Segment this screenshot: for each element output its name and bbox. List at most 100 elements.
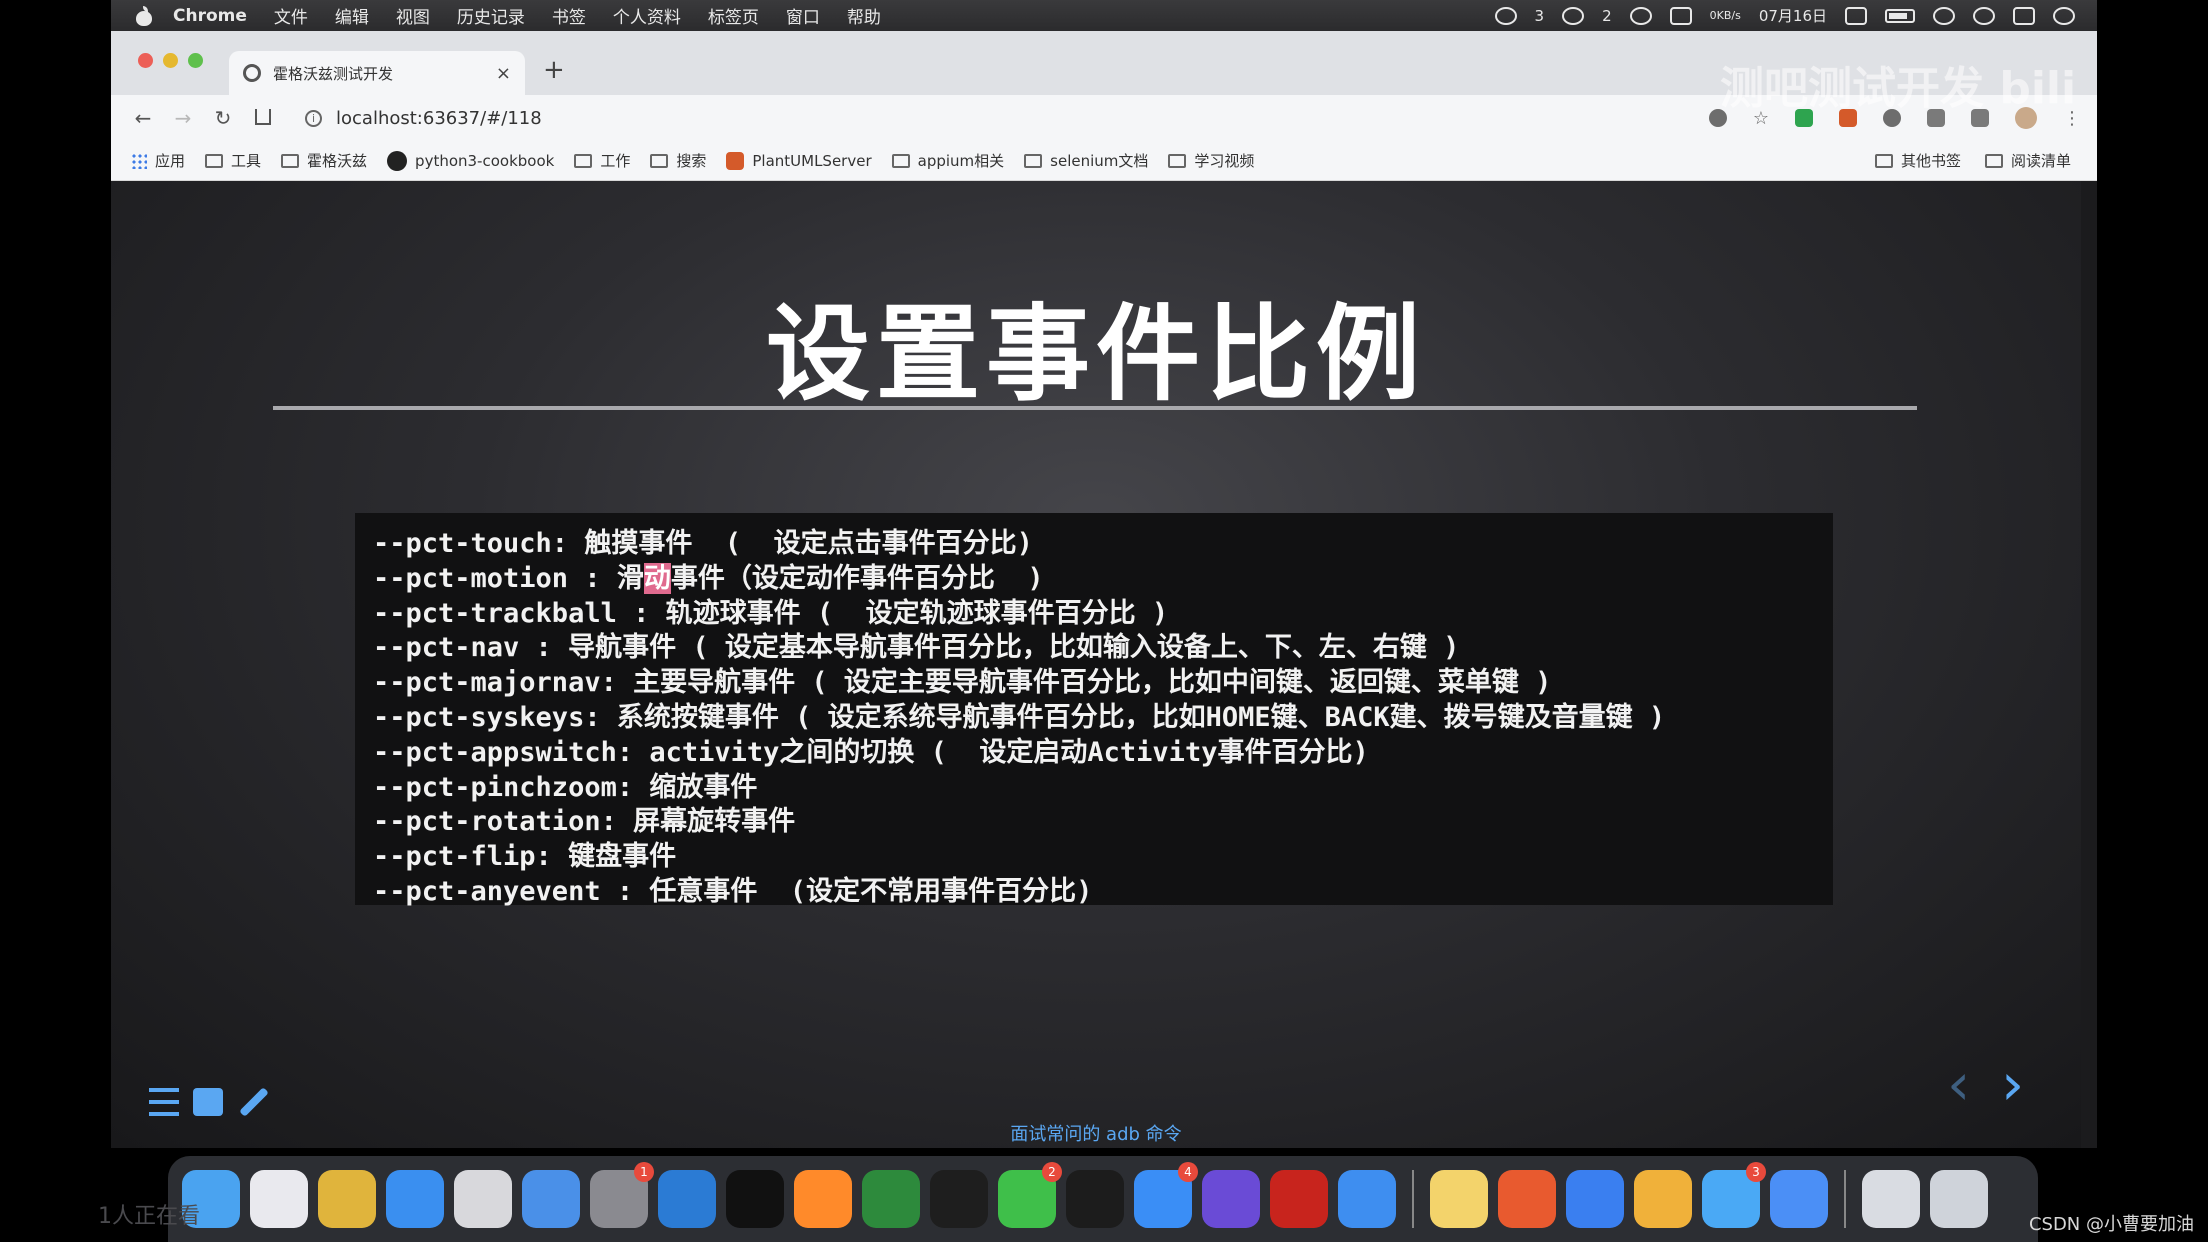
bookmark-tools[interactable]: 工具 (205, 150, 261, 171)
menu-file[interactable]: 文件 (274, 3, 308, 28)
bookmarks-right: 其他书签 阅读清单 (1874, 150, 2097, 171)
pencil-app-icon[interactable] (1338, 1170, 1396, 1228)
tab-close-icon[interactable]: × (496, 63, 511, 84)
bookmark-other[interactable]: 其他书签 (1874, 150, 1961, 171)
bilibili-logo: bili (1999, 63, 2077, 114)
bookmark-work[interactable]: 工作 (574, 150, 630, 171)
address-bar[interactable]: i localhost:63637/#/118 (305, 108, 542, 129)
pycharm-icon[interactable] (726, 1170, 784, 1228)
bookmark-search[interactable]: 搜索 (650, 150, 706, 171)
zoom-window-button[interactable] (188, 53, 203, 68)
bookmark-apps[interactable]: 应用 (131, 150, 185, 171)
bookmark-label: PlantUMLServer (752, 151, 872, 170)
code-text: --pct-motion : 滑 (373, 562, 644, 594)
code-line: --pct-flip: 键盘事件 (373, 840, 1833, 875)
code-text: 事件（设定动作事件百分比 ) (670, 562, 1044, 594)
terminal-icon[interactable] (930, 1170, 988, 1228)
menu-window[interactable]: 窗口 (786, 3, 820, 28)
wechat-status-icon[interactable] (1562, 6, 1585, 25)
code-line: --pct-appswitch: activity之间的切换 ( 设定启动Act… (373, 736, 1833, 771)
menu-view[interactable]: 视图 (396, 3, 430, 28)
sublime-icon[interactable] (794, 1170, 852, 1228)
watermark-text: 测吧测试开发 (1720, 63, 1984, 114)
battery-icon[interactable] (1885, 8, 1915, 23)
folder-icon (891, 153, 910, 168)
screen-icon[interactable] (1862, 1170, 1920, 1228)
menu-icon[interactable] (149, 1088, 179, 1116)
bookmark-hogwarts[interactable]: 霍格沃兹 (281, 150, 367, 171)
reading-list[interactable]: 阅读清单 (1984, 150, 2071, 171)
prev-slide-button[interactable]: ‹ (1947, 1050, 1970, 1118)
code-line: --pct-touch: 触摸事件 ( 设定点击事件百分比) (373, 527, 1833, 562)
vscode-icon[interactable] (658, 1170, 716, 1228)
wechat-icon[interactable]: 2 (998, 1162, 1062, 1228)
app-store-icon[interactable]: 4 (1134, 1162, 1198, 1228)
evernote-icon[interactable] (862, 1170, 920, 1228)
url-text[interactable]: localhost:63637/#/118 (336, 108, 542, 129)
pen-icon[interactable] (239, 1087, 269, 1117)
chat-app-icon[interactable]: 3 (1702, 1162, 1766, 1228)
lark-icon[interactable] (1770, 1170, 1828, 1228)
keynote-icon[interactable] (454, 1170, 512, 1228)
menu-profile[interactable]: 个人资料 (613, 3, 681, 28)
testflight-icon[interactable] (522, 1170, 580, 1228)
input-method-icon[interactable] (1845, 6, 1867, 25)
wifi-icon[interactable] (1933, 6, 1955, 25)
code-line: --pct-pinchzoom: 缩放事件 (373, 771, 1833, 806)
launchpad-icon[interactable] (250, 1170, 308, 1228)
close-window-button[interactable] (138, 53, 153, 68)
bookmark-label: 搜索 (676, 152, 707, 170)
forward-button[interactable]: → (167, 106, 199, 130)
status-area: 3 2 0KB/s 07月16日 (1494, 5, 2097, 26)
tab-active[interactable]: 霍格沃兹测试开发 × (229, 51, 525, 95)
code-line: --pct-syskeys: 系统按键事件 ( 设定系统导航事件百分比，比如HO… (373, 701, 1833, 736)
menu-bookmarks[interactable]: 书签 (552, 3, 586, 28)
home-button[interactable] (247, 106, 279, 130)
notes-icon[interactable] (1430, 1170, 1488, 1228)
system-preferences-icon[interactable]: 1 (590, 1162, 654, 1228)
feishu-icon[interactable] (1566, 1170, 1624, 1228)
code-text: --pct-trackball : 轨迹球事件 ( 设定轨迹球事件百分比 ) (373, 597, 1169, 629)
menu-edit[interactable]: 编辑 (335, 3, 369, 28)
filezilla-icon[interactable] (1270, 1170, 1328, 1228)
instruments-icon[interactable] (1202, 1170, 1260, 1228)
bookmark-appium[interactable]: appium相关 (891, 150, 1004, 171)
folder-icon (1024, 153, 1043, 168)
bookmark-plantuml[interactable]: PlantUMLServer (726, 151, 872, 170)
window-controls (138, 53, 203, 68)
minimize-window-button[interactable] (163, 53, 178, 68)
bookmark-selenium[interactable]: selenium文档 (1024, 150, 1148, 171)
headset-icon[interactable] (1629, 6, 1652, 25)
bookmark-videos[interactable]: 学习视频 (1168, 150, 1254, 171)
title-divider (273, 406, 1917, 410)
bookmark-python-cookbook[interactable]: python3-cookbook (387, 150, 555, 171)
back-button[interactable]: ← (127, 106, 159, 130)
trash-icon[interactable] (1930, 1170, 1988, 1228)
next-slide-button[interactable]: › (2001, 1050, 2024, 1118)
viewer-count: 1人正在看 (98, 1204, 200, 1229)
menubar-date[interactable]: 07月16日 (1759, 5, 1827, 26)
bookmark-status-icon[interactable] (1669, 6, 1692, 25)
spotlight-icon[interactable] (1973, 6, 1995, 25)
menu-help[interactable]: 帮助 (847, 3, 881, 28)
menu-app-name[interactable]: Chrome (173, 6, 247, 26)
new-tab-button[interactable]: + (543, 55, 565, 85)
chat-count: 3 (1534, 6, 1545, 25)
xmind-icon[interactable] (1498, 1170, 1556, 1228)
code-line: --pct-nav : 导航事件 ( 设定基本导航事件百分比，比如输入设备上、下… (373, 631, 1833, 666)
reload-button[interactable]: ↻ (207, 106, 239, 130)
control-center-icon[interactable] (2013, 6, 2035, 25)
chat-status-icon[interactable] (1494, 6, 1517, 25)
menu-tabs[interactable]: 标签页 (708, 3, 759, 28)
chrome-icon[interactable] (318, 1170, 376, 1228)
bookmark-label: python3-cookbook (415, 151, 555, 170)
qq-icon[interactable] (1066, 1170, 1124, 1228)
edit-icon[interactable] (193, 1088, 223, 1116)
siri-icon[interactable] (2053, 6, 2075, 25)
site-info-icon[interactable]: i (305, 109, 322, 127)
cube-app-icon[interactable] (1634, 1170, 1692, 1228)
menu-history[interactable]: 历史记录 (457, 3, 525, 28)
safari-icon[interactable] (386, 1170, 444, 1228)
apple-icon[interactable] (135, 5, 153, 26)
code-line: --pct-anyevent : 任意事件 (设定不常用事件百分比) (373, 875, 1833, 910)
